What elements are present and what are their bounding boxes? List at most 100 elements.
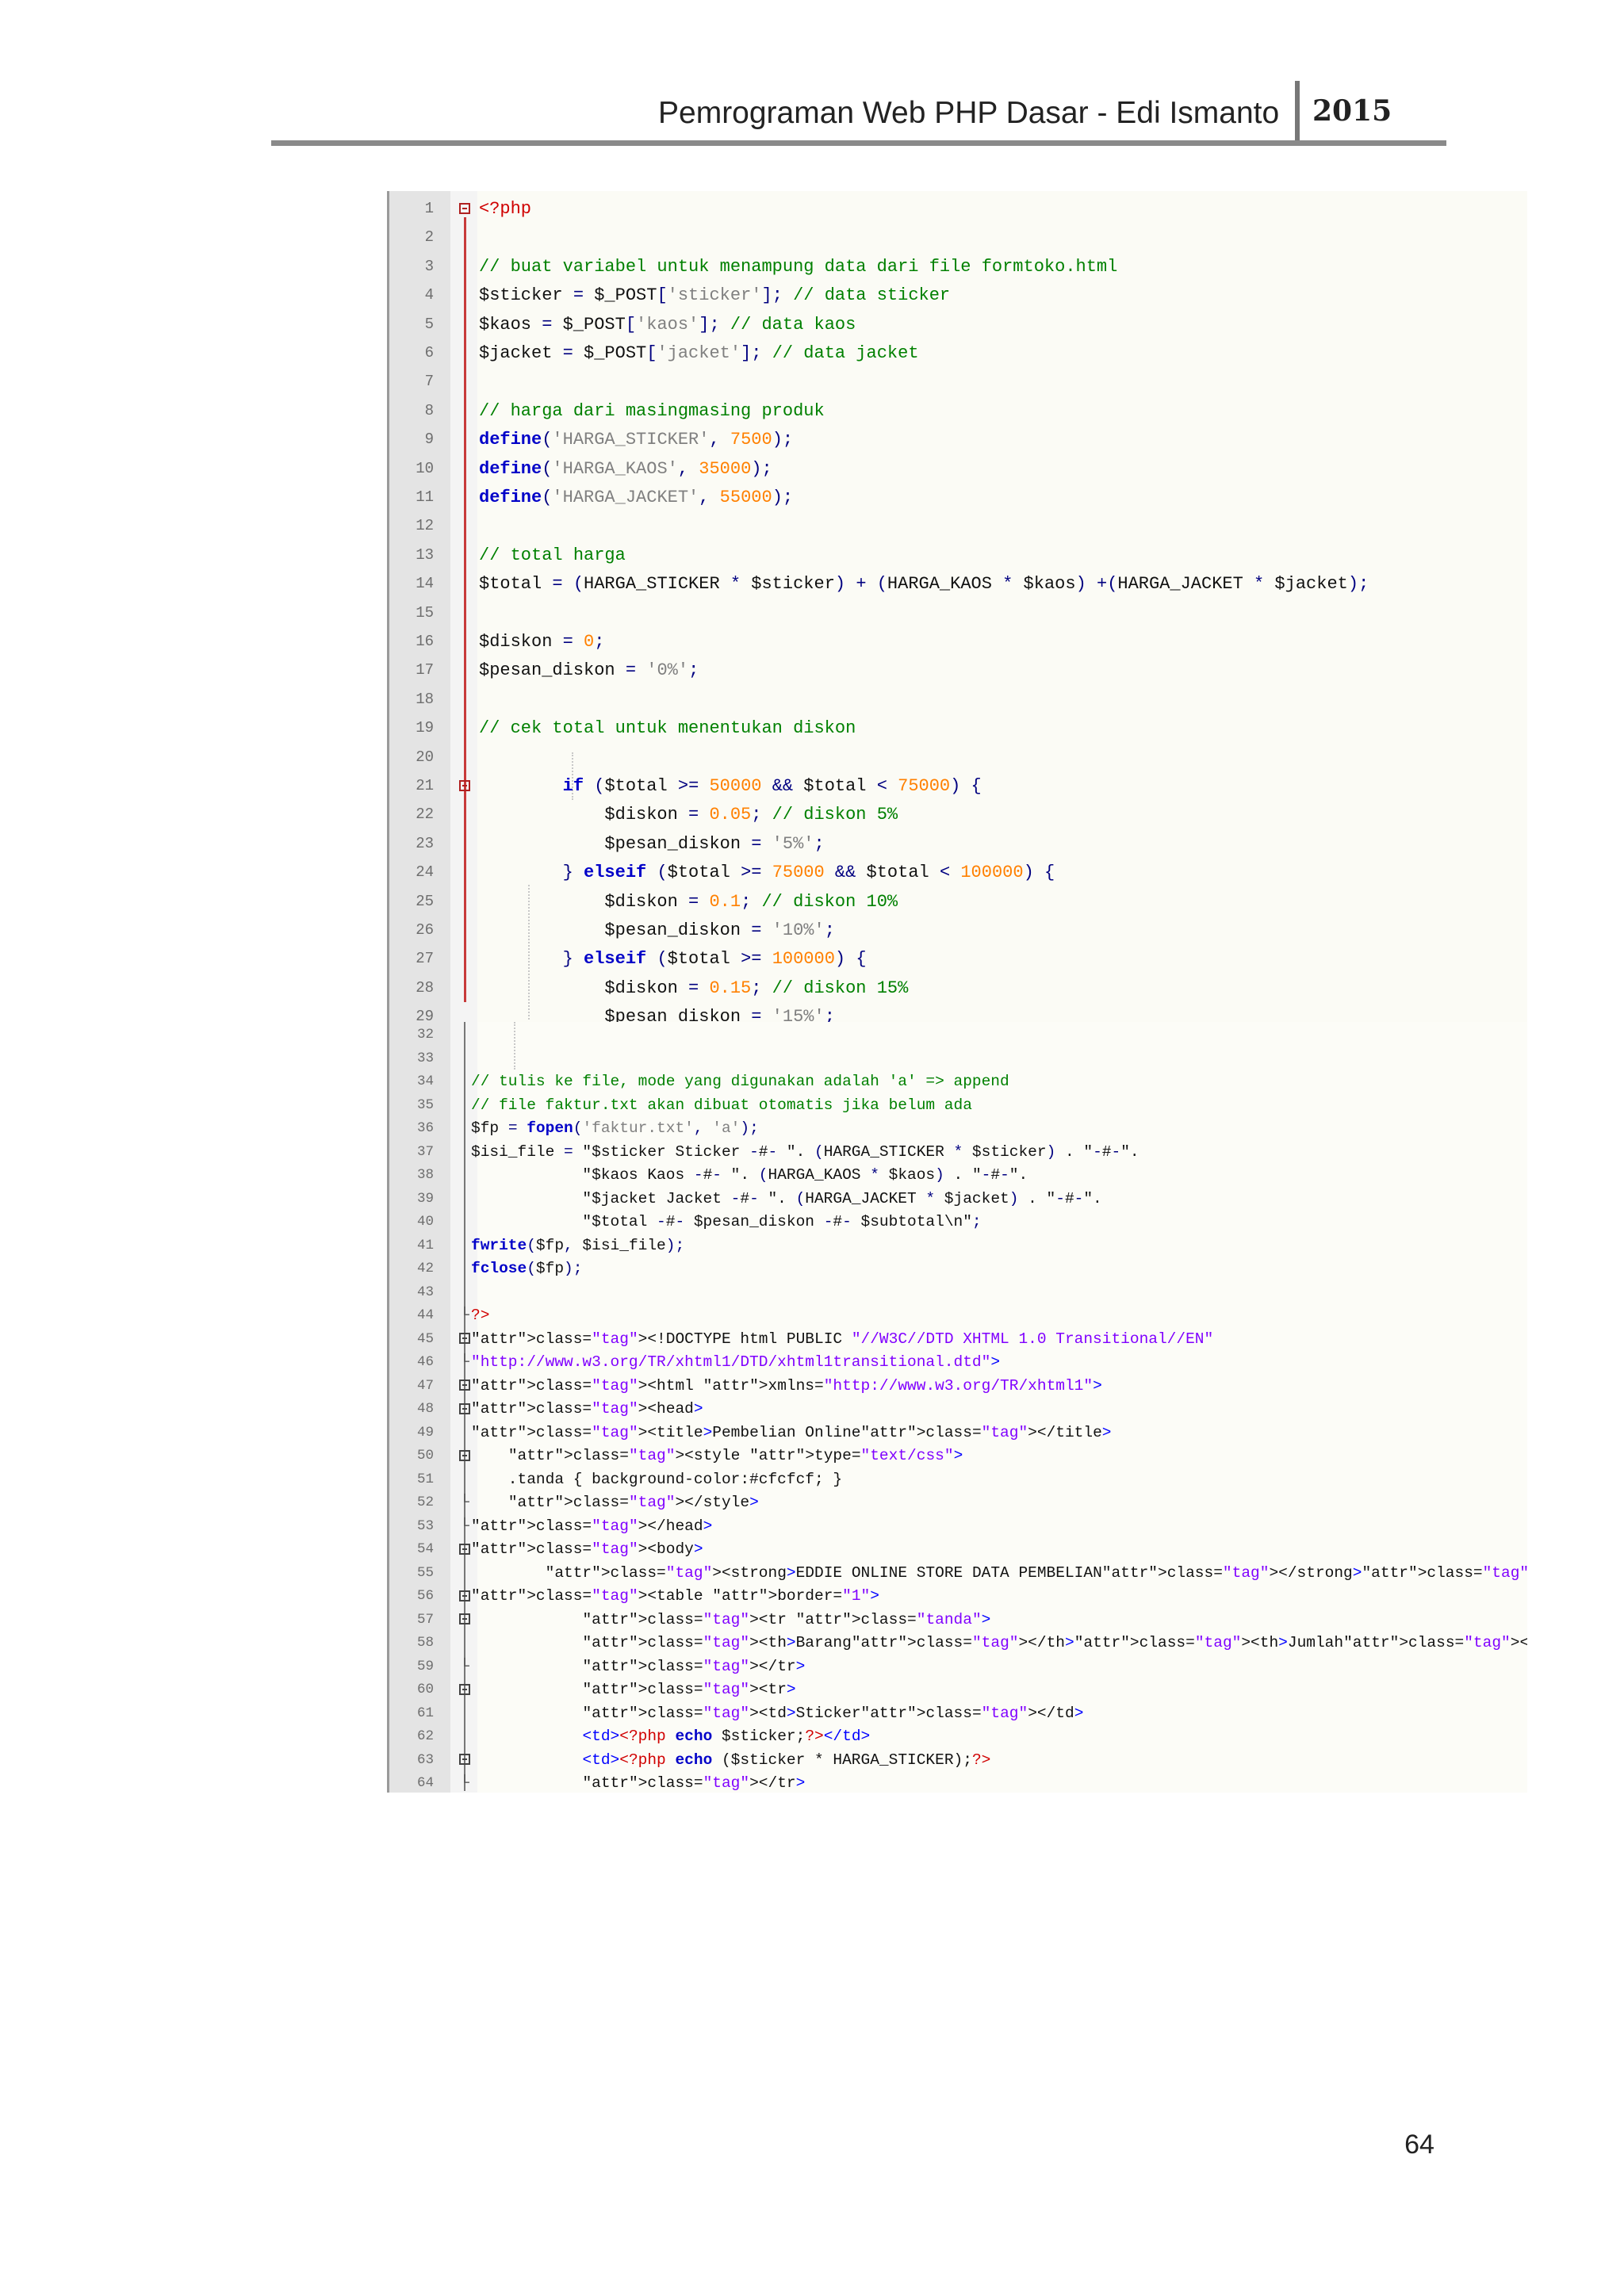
code-line: 17 $pesan_diskon = '0%';: [387, 657, 1527, 684]
code-text: "attr">class="tag"><th>Barang"attr">clas…: [582, 1634, 1527, 1651]
code-line: 38 "$kaos Kaos -#- ". (HARGA_KAOS * $kao…: [387, 1164, 1527, 1187]
code-line: 49 "attr">class="tag"><title>Pembelian On…: [387, 1422, 1527, 1445]
fold-end-icon[interactable]: └: [458, 1491, 471, 1514]
code-line: 24 } elseif ($total >= 75000 && $total <…: [387, 859, 1527, 886]
line-number: 36: [416, 1120, 434, 1136]
code-text: <td><?php echo ($sticker * HARGA_STICKER…: [582, 1751, 991, 1769]
line-number: 22: [416, 806, 434, 824]
code-text: $total = (HARGA_STICKER * $sticker) + (H…: [479, 574, 1369, 595]
line-number: 28: [416, 978, 434, 997]
code-line: 23 $pesan_diskon = '5%';: [387, 831, 1527, 858]
code-line: 6 $jacket = $_POST['jacket']; // data jac…: [387, 340, 1527, 367]
line-number: 23: [416, 834, 434, 852]
code-text: $diskon = 0.15; // diskon 15%: [479, 978, 909, 998]
line-number: 13: [416, 545, 434, 564]
fold-toggle-icon[interactable]: [458, 1749, 471, 1772]
fold-toggle-icon[interactable]: [458, 1538, 471, 1561]
fold-end-icon[interactable]: └: [458, 1655, 471, 1678]
code-text: "attr">class="tag"><body>: [471, 1540, 703, 1558]
fold-end-icon[interactable]: └: [458, 1304, 471, 1327]
fold-toggle-icon[interactable]: [458, 1398, 471, 1421]
code-text: "$kaos Kaos -#- ". (HARGA_KAOS * $kaos) …: [471, 1166, 1028, 1184]
line-number: 56: [416, 1588, 434, 1604]
code-line: 12: [387, 513, 1527, 540]
code-text: "attr">class="tag"><table "attr">border=…: [471, 1587, 879, 1605]
code-text: // tulis ke file, mode yang digunakan ad…: [471, 1073, 1009, 1090]
code-line: 1 <?php: [387, 196, 1527, 223]
code-text: $pesan_diskon = '15%';: [479, 1007, 835, 1022]
line-number: 47: [416, 1377, 434, 1394]
page-number: 64: [1404, 2130, 1434, 2160]
fold-toggle-icon[interactable]: [458, 1445, 471, 1468]
code-line: 34 // tulis ke file, mode yang digunakan …: [387, 1070, 1527, 1093]
code-line: 22 $diskon = 0.05; // diskon 5%: [387, 802, 1527, 828]
code-line: 60 "attr">class="tag"><tr>: [387, 1678, 1527, 1701]
fold-end-icon[interactable]: └: [458, 1515, 471, 1538]
line-number: 32: [416, 1027, 434, 1043]
code-text: "attr">class="tag"><style "attr">type="t…: [508, 1447, 963, 1464]
line-number: 4: [424, 286, 434, 304]
code-line: 33: [387, 1047, 1527, 1070]
line-number: 6: [424, 344, 434, 362]
code-text: // cek total untuk menentukan diskon: [479, 718, 856, 739]
line-number: 35: [416, 1096, 434, 1113]
line-number: 1: [424, 200, 434, 217]
fold-toggle-icon[interactable]: [458, 1609, 471, 1632]
line-number: 24: [416, 863, 434, 882]
code-line: 2: [387, 224, 1527, 251]
fold-toggle-icon[interactable]: [458, 1585, 471, 1608]
line-number: 38: [416, 1167, 434, 1183]
line-number: 18: [416, 690, 434, 708]
line-number: 48: [416, 1401, 434, 1417]
code-text: $pesan_diskon = '0%';: [479, 660, 699, 681]
line-number: 17: [416, 661, 434, 679]
fold-toggle-icon[interactable]: [458, 1678, 471, 1701]
code-text: // harga dari masingmasing produk: [479, 400, 825, 421]
line-number: 45: [416, 1330, 434, 1347]
line-number: 9: [424, 430, 434, 449]
code-text: $diskon = 0.1; // diskon 10%: [479, 891, 898, 912]
code-text: "attr">class="tag"><strong>EDDIE ONLINE …: [545, 1563, 1527, 1582]
line-number: 60: [416, 1682, 434, 1697]
fold-end-icon[interactable]: └: [458, 1772, 471, 1793]
code-line: 59 └ "attr">class="tag"></tr>: [387, 1655, 1527, 1678]
code-text: $fp = fopen('faktur.txt', 'a');: [471, 1119, 759, 1137]
code-line: 42 fclose($fp);: [387, 1257, 1527, 1280]
fold-toggle-icon[interactable]: [458, 1328, 471, 1351]
code-line: 7: [387, 369, 1527, 396]
line-number: 54: [416, 1541, 434, 1557]
line-number: 63: [416, 1751, 434, 1768]
code-text: } elseif ($total >= 75000 && $total < 10…: [562, 863, 1055, 883]
code-text: $diskon = 0;: [479, 632, 605, 652]
code-text: $pesan_diskon = '10%';: [479, 920, 835, 940]
line-number: 53: [416, 1517, 434, 1534]
code-text: "attr">class="tag"><title>Pembelian Onli…: [471, 1423, 1112, 1441]
code-line: 25 $diskon = 0.1; // diskon 10%: [387, 889, 1527, 916]
code-line: 20: [387, 744, 1527, 771]
code-text: "attr">class="tag"><tr>: [582, 1681, 796, 1698]
line-number: 57: [416, 1611, 434, 1628]
line-number: 34: [416, 1073, 434, 1089]
code-line: 54 "attr">class="tag"><body>: [387, 1538, 1527, 1561]
fold-toggle-icon[interactable]: [458, 1375, 471, 1398]
code-text: define('HARGA_STICKER', 7500);: [479, 430, 794, 450]
fold-toggle-icon[interactable]: [458, 196, 471, 223]
code-text: // total harga: [479, 545, 626, 565]
code-text: "attr">class="tag"></style>: [508, 1494, 759, 1511]
line-number: 25: [416, 892, 434, 910]
code-line: 63 <td><?php echo ($sticker * HARGA_STIC…: [387, 1749, 1527, 1772]
fold-toggle-icon[interactable]: [458, 773, 471, 800]
code-text: // buat variabel untuk menampung data da…: [479, 256, 1118, 277]
code-line: 46 └ "http://www.w3.org/TR/xhtml1/DTD/xhtm…: [387, 1351, 1527, 1374]
code-line: 13 // total harga: [387, 542, 1527, 569]
code-text: <?php: [479, 199, 532, 219]
code-line: 35 // file faktur.txt akan dibuat otomati…: [387, 1094, 1527, 1117]
code-text: "attr">class="tag"><td>Sticker"attr">cla…: [582, 1704, 1084, 1722]
code-line: 45 "attr">class="tag"><!DOCTYPE html PUBL…: [387, 1328, 1527, 1351]
fold-end-icon[interactable]: └: [458, 1351, 471, 1374]
line-number: 52: [416, 1494, 434, 1510]
header-divider: [1295, 81, 1300, 144]
code-text: "$jacket Jacket -#- ". (HARGA_JACKET * $…: [471, 1189, 1102, 1207]
code-text: } elseif ($total >= 100000) {: [562, 949, 867, 970]
code-text: "$total -#- $pesan_diskon -#- $subtotal\…: [471, 1213, 982, 1230]
